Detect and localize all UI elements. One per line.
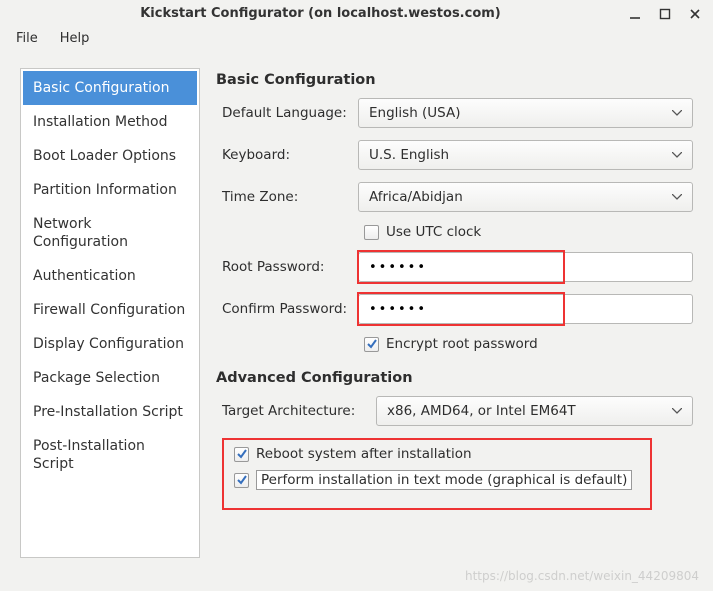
sidebar-item-network-configuration[interactable]: Network Configuration <box>23 207 197 259</box>
check-icon <box>236 448 248 460</box>
keyboard-label: Keyboard: <box>216 147 358 163</box>
chevron-down-icon <box>672 152 682 158</box>
basic-heading: Basic Configuration <box>216 72 693 88</box>
target-arch-label: Target Architecture: <box>216 403 376 419</box>
chevron-down-icon <box>672 110 682 116</box>
root-password-input[interactable] <box>358 252 693 282</box>
content-pane: Basic Configuration Default Language: En… <box>212 68 697 558</box>
highlight-annotation: Reboot system after installation Perform… <box>222 438 652 510</box>
confirm-password-label: Confirm Password: <box>216 301 358 317</box>
reboot-label: Reboot system after installation <box>256 446 472 462</box>
utc-checkbox[interactable] <box>364 225 379 240</box>
keyboard-value: U.S. English <box>369 147 449 163</box>
default-language-select[interactable]: English (USA) <box>358 98 693 128</box>
menu-help[interactable]: Help <box>50 27 100 50</box>
chevron-down-icon <box>672 194 682 200</box>
confirm-password-input[interactable] <box>358 294 693 324</box>
sidebar-item-package-selection[interactable]: Package Selection <box>23 361 197 395</box>
keyboard-select[interactable]: U.S. English <box>358 140 693 170</box>
target-arch-value: x86, AMD64, or Intel EM64T <box>387 403 576 419</box>
sidebar: Basic Configuration Installation Method … <box>20 68 200 558</box>
menu-file[interactable]: File <box>6 27 48 50</box>
time-zone-label: Time Zone: <box>216 189 358 205</box>
chevron-down-icon <box>672 408 682 414</box>
window-buttons <box>629 8 701 20</box>
sidebar-item-post-installation-script[interactable]: Post-Installation Script <box>23 429 197 481</box>
sidebar-item-partition-information[interactable]: Partition Information <box>23 173 197 207</box>
advanced-heading: Advanced Configuration <box>216 370 693 386</box>
check-icon <box>236 474 248 486</box>
default-language-label: Default Language: <box>216 105 358 121</box>
time-zone-value: Africa/Abidjan <box>369 189 463 205</box>
reboot-checkbox[interactable] <box>234 447 249 462</box>
minimize-button[interactable] <box>629 8 641 20</box>
target-arch-select[interactable]: x86, AMD64, or Intel EM64T <box>376 396 693 426</box>
window-title: Kickstart Configurator (on localhost.wes… <box>12 6 629 21</box>
textmode-label: Perform installation in text mode (graph… <box>256 470 632 490</box>
utc-label: Use UTC clock <box>386 224 481 240</box>
time-zone-select[interactable]: Africa/Abidjan <box>358 182 693 212</box>
close-button[interactable] <box>689 8 701 20</box>
window-titlebar: Kickstart Configurator (on localhost.wes… <box>0 0 713 25</box>
sidebar-item-firewall-configuration[interactable]: Firewall Configuration <box>23 293 197 327</box>
textmode-checkbox[interactable] <box>234 473 249 488</box>
menubar: File Help <box>0 25 713 56</box>
encrypt-checkbox[interactable] <box>364 337 379 352</box>
watermark: https://blog.csdn.net/weixin_44209804 <box>465 569 699 583</box>
sidebar-item-authentication[interactable]: Authentication <box>23 259 197 293</box>
sidebar-item-boot-loader-options[interactable]: Boot Loader Options <box>23 139 197 173</box>
sidebar-item-installation-method[interactable]: Installation Method <box>23 105 197 139</box>
sidebar-item-pre-installation-script[interactable]: Pre-Installation Script <box>23 395 197 429</box>
encrypt-label: Encrypt root password <box>386 336 538 352</box>
check-icon <box>366 338 378 350</box>
maximize-button[interactable] <box>659 8 671 20</box>
default-language-value: English (USA) <box>369 105 461 121</box>
root-password-label: Root Password: <box>216 259 358 275</box>
sidebar-item-display-configuration[interactable]: Display Configuration <box>23 327 197 361</box>
sidebar-item-basic-configuration[interactable]: Basic Configuration <box>23 71 197 105</box>
